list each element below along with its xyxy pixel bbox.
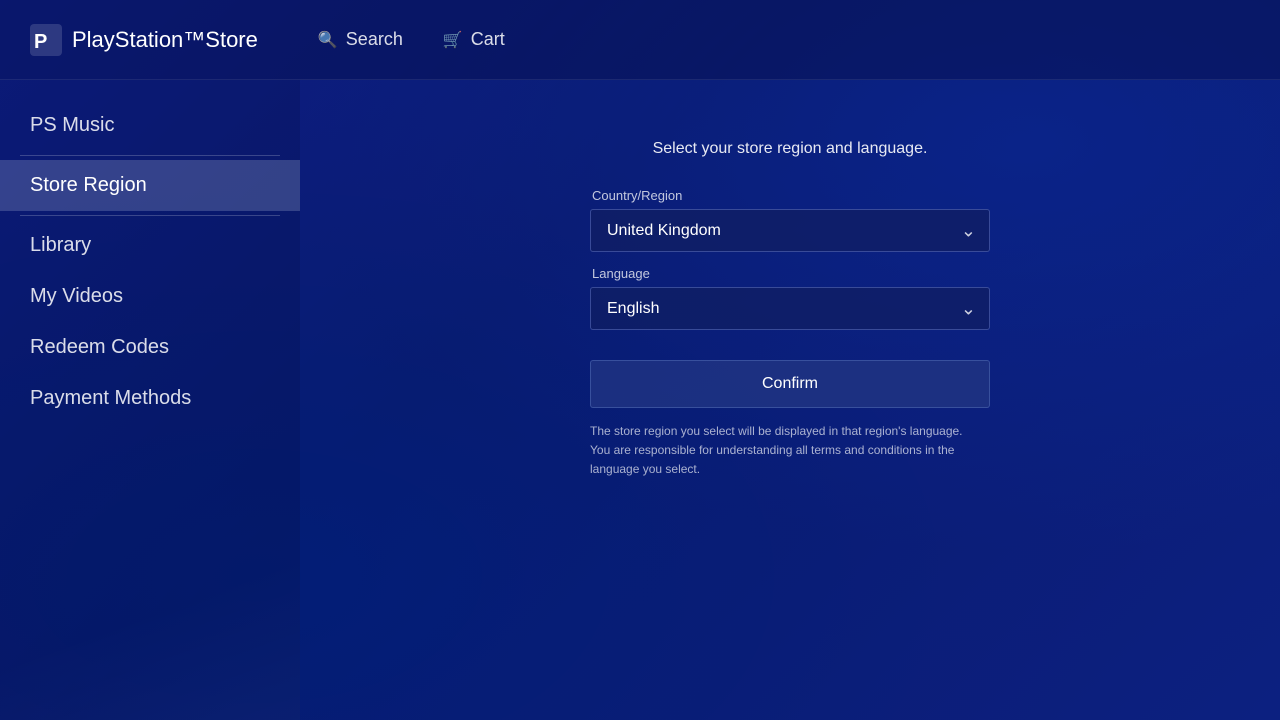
sidebar-item-my-videos[interactable]: My Videos [0, 271, 300, 322]
country-label: Country/Region [590, 188, 990, 203]
cart-icon: 🛒 [443, 30, 463, 50]
header: P PlayStation™Store 🔍 Search 🛒 Cart [0, 0, 1280, 80]
language-select[interactable]: English French German Spanish Japanese [590, 287, 990, 330]
sidebar-item-library[interactable]: Library [0, 220, 300, 271]
search-nav-item[interactable]: 🔍 Search [318, 29, 403, 50]
disclaimer-line1: The store region you select will be disp… [590, 424, 963, 438]
sidebar-divider-2 [20, 215, 280, 216]
cart-nav-item[interactable]: 🛒 Cart [443, 29, 505, 50]
logo-text: PlayStation™Store [72, 27, 258, 53]
sidebar-item-redeem-codes[interactable]: Redeem Codes [0, 322, 300, 373]
store-region-panel: Select your store region and language. C… [590, 140, 990, 480]
layout: PS Music Store Region Library My Videos … [0, 80, 1280, 720]
confirm-button[interactable]: Confirm [590, 360, 990, 408]
search-icon: 🔍 [318, 30, 338, 50]
sidebar-item-payment-methods[interactable]: Payment Methods [0, 373, 300, 424]
language-field-group: Language English French German Spanish J… [590, 266, 990, 330]
sidebar-label-payment-methods: Payment Methods [30, 387, 191, 409]
main-nav: 🔍 Search 🛒 Cart [318, 29, 505, 50]
sidebar-label-redeem-codes: Redeem Codes [30, 336, 169, 358]
language-select-wrapper: English French German Spanish Japanese ⌄ [590, 287, 990, 330]
sidebar-label-ps-music: PS Music [30, 114, 114, 136]
playstation-icon: P [30, 24, 62, 56]
sidebar-divider-1 [20, 155, 280, 156]
logo-area: P PlayStation™Store [30, 24, 258, 56]
sidebar-item-ps-music[interactable]: PS Music [0, 100, 300, 151]
sidebar-item-store-region[interactable]: Store Region [0, 160, 300, 211]
language-label: Language [590, 266, 990, 281]
main-content: Select your store region and language. C… [300, 80, 1280, 720]
disclaimer-line2: You are responsible for understanding al… [590, 443, 954, 476]
country-select[interactable]: United Kingdom United States Germany Fra… [590, 209, 990, 252]
country-select-wrapper: United Kingdom United States Germany Fra… [590, 209, 990, 252]
cart-label: Cart [471, 29, 505, 50]
disclaimer-text: The store region you select will be disp… [590, 422, 990, 480]
country-field-group: Country/Region United Kingdom United Sta… [590, 188, 990, 252]
sidebar-label-store-region: Store Region [30, 174, 147, 196]
search-label: Search [346, 29, 403, 50]
svg-text:P: P [34, 31, 47, 53]
sidebar-label-my-videos: My Videos [30, 285, 123, 307]
sidebar-label-library: Library [30, 234, 91, 256]
panel-title: Select your store region and language. [590, 140, 990, 158]
sidebar: PS Music Store Region Library My Videos … [0, 80, 300, 720]
